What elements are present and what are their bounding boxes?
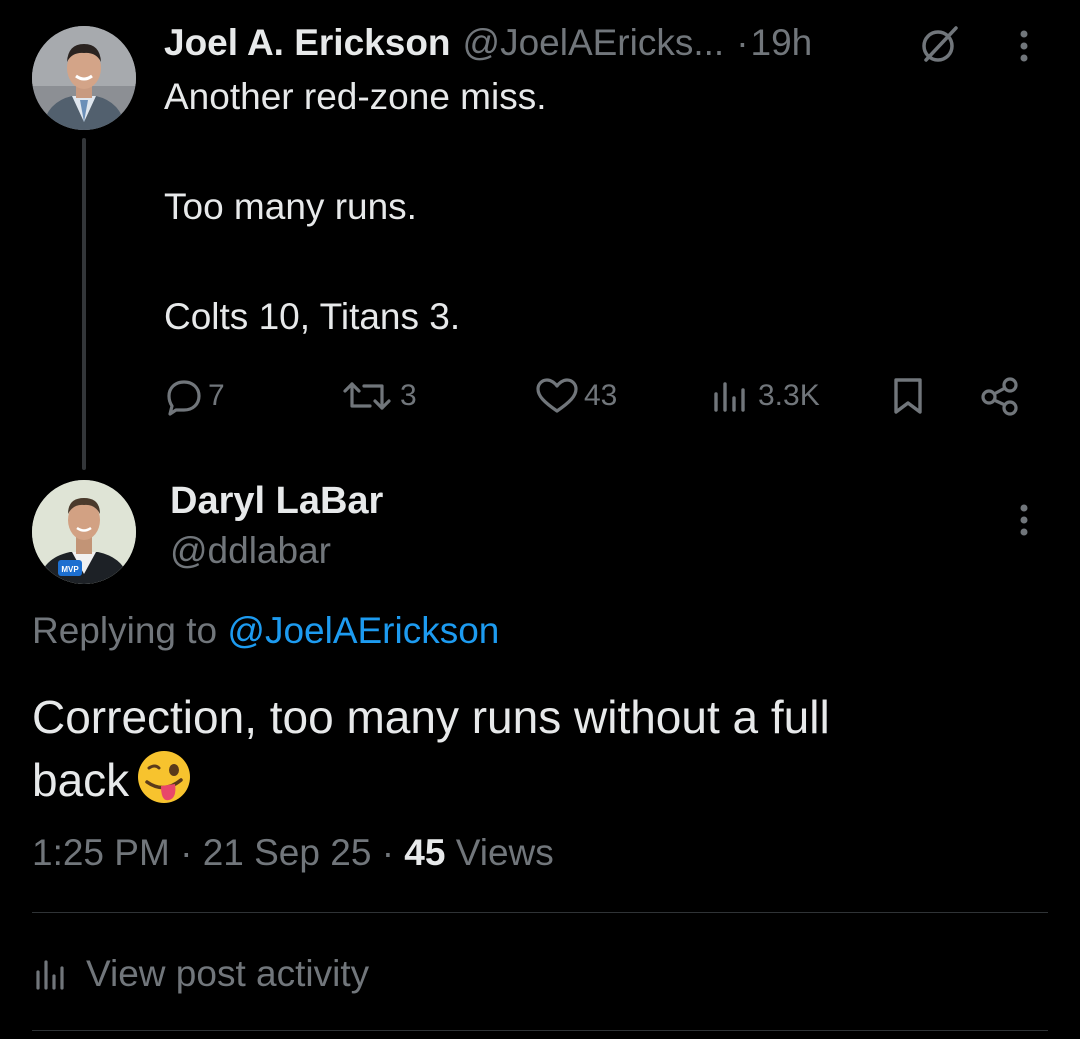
analytics-icon (36, 960, 64, 990)
like-icon (536, 378, 578, 413)
bookmark-icon (894, 378, 922, 414)
parent-author-handle[interactable]: @JoelAEricks... (463, 22, 725, 64)
repost-count: 3 (400, 379, 417, 412)
tweet-meta-line: 1:25 PM · 21 Sep 25 · 45 Views (32, 832, 554, 874)
avatar-joel-erickson[interactable] (32, 26, 136, 130)
winking-tongue-emoji-icon (135, 748, 193, 806)
reply-text-line: Correction, too many runs without a full (32, 691, 830, 743)
parent-tweet-text-line: Too many runs. (164, 186, 417, 227)
tweet-date[interactable]: 21 Sep 25 (203, 832, 372, 873)
parent-author-name[interactable]: Joel A. Erickson (164, 22, 451, 64)
avatar-daryl-labar[interactable]: MVP (32, 480, 136, 584)
like-count: 43 (584, 379, 618, 412)
parent-tweet-header: Joel A. Erickson @JoelAEricks... · 19h (164, 18, 812, 68)
share-icon (981, 377, 1018, 416)
reply-button[interactable]: 7 (164, 372, 225, 420)
more-vertical-icon[interactable] (1010, 24, 1038, 68)
share-button[interactable] (978, 372, 1022, 420)
meta-separator: · (180, 832, 193, 873)
bookmark-button[interactable] (888, 372, 928, 420)
reply-tweet-body: Correction, too many runs without a full… (32, 686, 1032, 811)
tweet-time[interactable]: 1:25 PM (32, 832, 170, 873)
view-post-activity-label: View post activity (86, 953, 370, 994)
like-button[interactable]: 43 (534, 372, 617, 420)
parent-timestamp[interactable]: 19h (751, 22, 813, 64)
divider (32, 1030, 1048, 1031)
mvp-badge: MVP (58, 560, 82, 576)
views-icon (714, 382, 745, 412)
thread-connector-line (82, 138, 86, 470)
reply-author-handle[interactable]: @ddlabar (170, 530, 331, 572)
replying-to-prefix: Replying to (32, 610, 218, 651)
repost-icon (343, 382, 391, 410)
views-count: 3.3K (758, 379, 820, 412)
grok-icon[interactable] (918, 22, 962, 66)
divider (32, 912, 1048, 913)
replying-to-line: Replying to @JoelAErickson (32, 610, 499, 652)
header-separator: · (736, 22, 749, 63)
views-button[interactable]: 3.3K (710, 372, 820, 420)
reply-author-name[interactable]: Daryl LaBar (170, 480, 383, 523)
svg-text:MVP: MVP (61, 565, 79, 574)
view-post-activity-button[interactable]: View post activity (32, 948, 369, 1000)
reply-text-line: back (32, 754, 130, 806)
tweet-views-count: 45 (404, 832, 446, 873)
meta-separator: · (381, 832, 395, 873)
replying-to-mention-link[interactable]: @JoelAErickson (227, 610, 499, 651)
more-vertical-icon[interactable] (1010, 498, 1038, 542)
repost-button[interactable]: 3 (338, 372, 417, 420)
parent-tweet-text-line: Colts 10, Titans 3. (164, 296, 461, 337)
reply-icon (167, 380, 201, 416)
parent-tweet-text-line: Another red-zone miss. (164, 76, 547, 117)
reply-count: 7 (208, 379, 225, 412)
tweet-views-label: Views (455, 832, 554, 873)
